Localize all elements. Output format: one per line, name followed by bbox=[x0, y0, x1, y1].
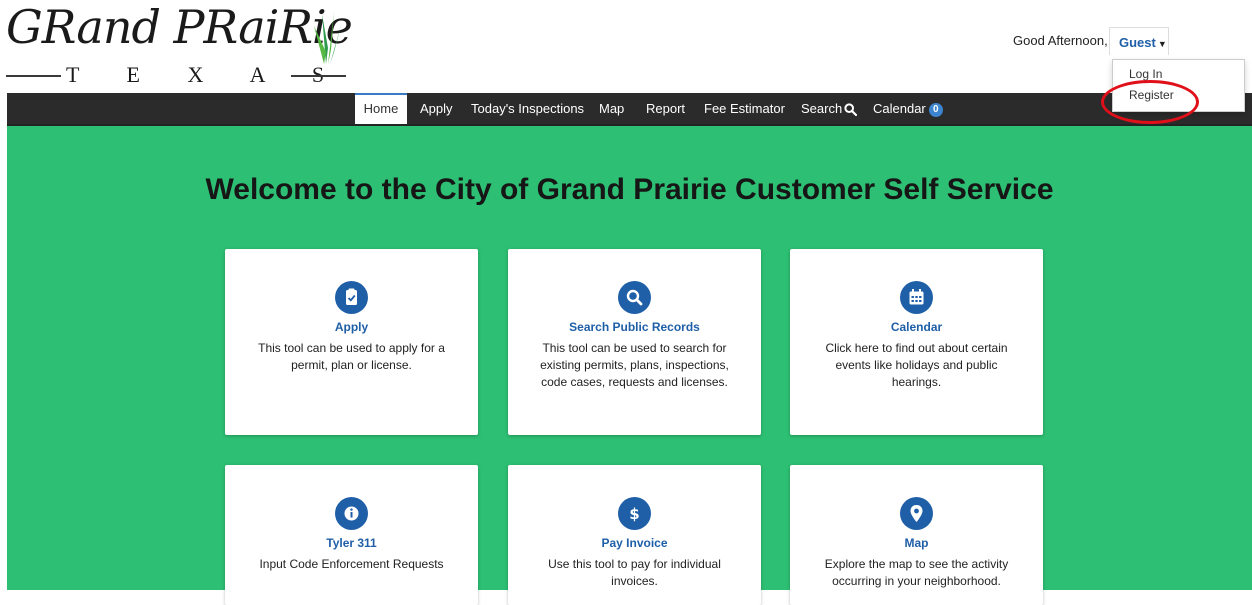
card-search-public-records[interactable]: Search Public Records This tool can be u… bbox=[508, 249, 761, 435]
card-apply[interactable]: Apply This tool can be used to apply for… bbox=[225, 249, 478, 435]
greeting-text: Good Afternoon, bbox=[1013, 33, 1108, 48]
card-title: Calendar bbox=[890, 320, 943, 334]
card-pay-invoice[interactable]: $ Pay Invoice Use this tool to pay for i… bbox=[508, 465, 761, 605]
clipboard-check-icon bbox=[335, 281, 368, 314]
search-icon bbox=[618, 281, 651, 314]
card-calendar[interactable]: Calendar Click here to find out about ce… bbox=[790, 249, 1043, 435]
user-menu-button[interactable]: Guest ▼ bbox=[1109, 27, 1169, 55]
nav-calendar[interactable]: Calendar 0 bbox=[873, 93, 943, 124]
caret-down-icon: ▼ bbox=[1157, 39, 1167, 49]
nav-map[interactable]: Map bbox=[599, 93, 624, 124]
card-title: Tyler 311 bbox=[326, 536, 377, 550]
nav-apply[interactable]: Apply bbox=[420, 93, 453, 124]
search-icon bbox=[844, 103, 858, 117]
card-description: Input Code Enforcement Requests bbox=[259, 557, 444, 571]
grand-prairie-logo[interactable]: GRand PRaiRie T E X A S bbox=[6, 2, 376, 92]
card-map[interactable]: Map Explore the map to see the activity … bbox=[790, 465, 1043, 605]
nav-search[interactable]: Search bbox=[801, 93, 858, 124]
site-header: GRand PRaiRie T E X A S Good Afternoon, … bbox=[0, 0, 1252, 124]
nav-report[interactable]: Report bbox=[646, 93, 685, 124]
card-description: This tool can be used to apply for a per… bbox=[258, 341, 445, 372]
card-description: This tool can be used to search for exis… bbox=[540, 341, 729, 389]
card-description: Click here to find out about certain eve… bbox=[825, 341, 1008, 389]
register-highlight-ring bbox=[1101, 80, 1199, 124]
card-description: Explore the map to see the activity occu… bbox=[824, 557, 1009, 588]
main-content: Welcome to the City of Grand Prairie Cus… bbox=[7, 126, 1252, 605]
calendar-count-badge: 0 bbox=[928, 102, 943, 117]
nav-search-label: Search bbox=[801, 101, 843, 116]
page-title: Welcome to the City of Grand Prairie Cus… bbox=[205, 173, 1054, 206]
nav-fee-estimator[interactable]: Fee Estimator bbox=[704, 93, 785, 124]
card-title: Search Public Records bbox=[569, 320, 700, 334]
nav-home[interactable]: Home bbox=[355, 93, 407, 124]
calendar-icon bbox=[900, 281, 933, 314]
info-icon bbox=[335, 497, 368, 530]
user-menu-label: Guest bbox=[1119, 35, 1156, 50]
nav-todays-inspections[interactable]: Today's Inspections bbox=[471, 93, 584, 124]
svg-text:$: $ bbox=[629, 505, 639, 523]
card-title: Map bbox=[904, 536, 929, 550]
nav-calendar-label: Calendar bbox=[873, 101, 926, 116]
dollar-icon: $ bbox=[618, 497, 651, 530]
card-description: Use this tool to pay for individual invo… bbox=[548, 557, 721, 588]
card-title: Apply bbox=[334, 320, 369, 334]
main-navbar: Home Apply Today's Inspections Map Repor… bbox=[7, 93, 1252, 126]
login-link[interactable]: Log In bbox=[1129, 67, 1162, 81]
map-marker-icon bbox=[900, 497, 933, 530]
logo-state: T E X A S bbox=[6, 62, 346, 88]
card-tyler-311[interactable]: Tyler 311 Input Code Enforcement Request… bbox=[225, 465, 478, 605]
logo-wordmark: GRand PRaiRie bbox=[6, 0, 353, 54]
grass-icon bbox=[314, 12, 342, 64]
card-title: Pay Invoice bbox=[601, 536, 668, 550]
